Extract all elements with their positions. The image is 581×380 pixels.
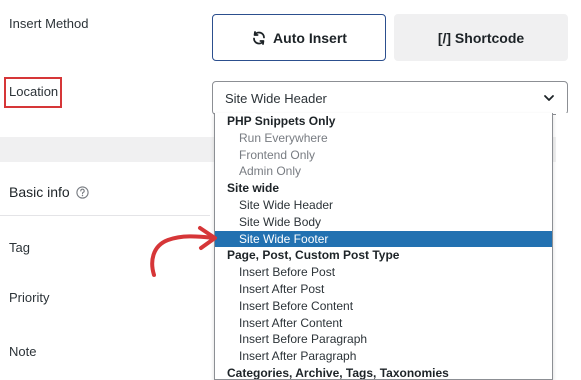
tag-label: Tag [9, 240, 30, 255]
basic-info-heading: Basic info [9, 184, 89, 200]
auto-insert-button[interactable]: Auto Insert [212, 14, 386, 61]
shortcode-button[interactable]: [/] Shortcode [394, 14, 568, 61]
dropdown-group-php-snippets: PHP Snippets Only [227, 114, 336, 128]
divider [0, 215, 210, 216]
chevron-down-icon [543, 92, 555, 107]
question-circle-icon[interactable] [76, 185, 89, 199]
priority-label: Priority [9, 290, 50, 305]
dropdown-option-insert-before-post[interactable]: Insert Before Post [215, 264, 552, 281]
dropdown-option-insert-before-content[interactable]: Insert Before Content [215, 298, 552, 315]
annotation-arrow-icon [150, 226, 217, 277]
dropdown-option-run-everywhere: Run Everywhere [239, 130, 328, 145]
location-label: Location [9, 84, 59, 99]
dropdown-option-insert-before-paragraph[interactable]: Insert Before Paragraph [215, 331, 552, 348]
dropdown-option-site-wide-body[interactable]: Site Wide Body [215, 214, 552, 231]
dropdown-option-admin-only: Admin Only [239, 164, 302, 179]
shortcode-label: [/] Shortcode [437, 29, 525, 46]
dropdown-option-frontend-only: Frontend Only [239, 147, 316, 162]
refresh-icon [251, 30, 267, 46]
dropdown-group-categories: Categories, Archive, Tags, Taxonomies [227, 365, 449, 380]
basic-info-label: Basic info [9, 184, 70, 200]
note-label: Note [9, 344, 37, 359]
location-select-value: Site Wide Header [225, 90, 327, 106]
dropdown-option-insert-after-post[interactable]: Insert After Post [215, 281, 552, 298]
page-scrollbar-area [556, 113, 581, 380]
dropdown-group-page-post: Page, Post, Custom Post Type [227, 248, 400, 263]
dropdown-option-site-wide-header[interactable]: Site Wide Header [215, 197, 552, 214]
auto-insert-label: Auto Insert [273, 29, 347, 46]
location-select[interactable]: Site Wide Header [212, 81, 568, 115]
dropdown-option-site-wide-footer[interactable]: Site Wide Footer [215, 230, 552, 248]
dropdown-group-site-wide: Site wide [227, 181, 280, 196]
dropdown-option-insert-after-content[interactable]: Insert After Content [215, 315, 552, 332]
insert-method-label: Insert Method [9, 16, 89, 31]
dropdown-option-insert-after-paragraph[interactable]: Insert After Paragraph [215, 348, 552, 365]
location-dropdown-list[interactable]: PHP Snippets Only Run Everywhere Fronten… [214, 113, 553, 380]
